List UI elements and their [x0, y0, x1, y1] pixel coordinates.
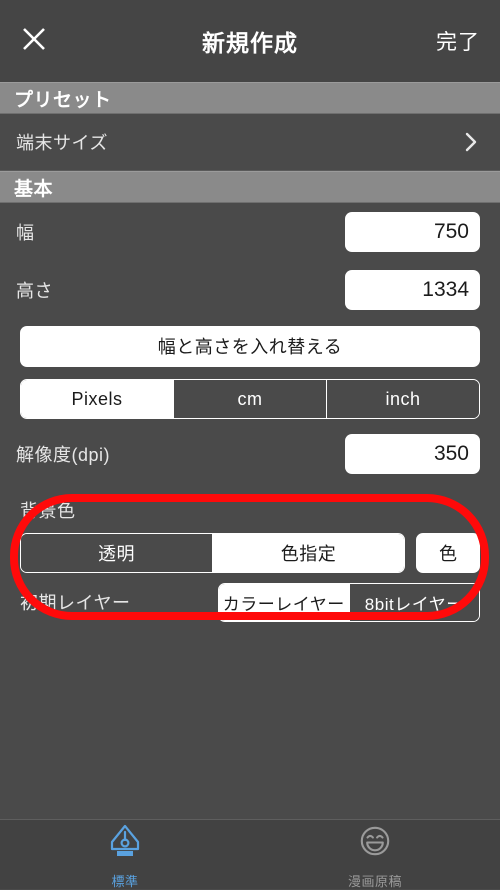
row-initial-layer: 初期レイヤー カラーレイヤー 8bitレイヤー	[0, 573, 500, 631]
bottom-tab-bar: 標準 漫画原稿	[0, 819, 500, 889]
resolution-input[interactable]: 350	[345, 434, 480, 474]
color-picker-button[interactable]: 色	[416, 533, 480, 573]
row-units: Pixels cm inch	[0, 373, 500, 425]
row-initial-layer-label: 初期レイヤー	[20, 593, 131, 613]
row-width: 幅 750	[0, 203, 500, 261]
section-header-preset: プリセット	[0, 82, 500, 114]
tab-standard-label: 標準	[111, 874, 139, 889]
row-device-size[interactable]: 端末サイズ	[0, 114, 500, 171]
pen-nib-icon	[108, 823, 142, 866]
tab-manga-manuscript-label: 漫画原稿	[347, 874, 402, 889]
units-segmented-control[interactable]: Pixels cm inch	[20, 379, 480, 419]
smiley-face-icon	[358, 823, 392, 866]
layer-segment-color[interactable]: カラーレイヤー	[219, 583, 350, 621]
close-button[interactable]	[18, 25, 50, 57]
height-input[interactable]: 1334	[345, 270, 480, 310]
row-resolution: 解像度(dpi) 350	[0, 425, 500, 483]
section-header-preset-label: プリセット	[14, 89, 112, 111]
layer-segment-8bit[interactable]: 8bitレイヤー	[349, 583, 479, 621]
units-segment-pixels[interactable]: Pixels	[21, 380, 174, 418]
tab-manga-manuscript[interactable]: 漫画原稿	[250, 820, 500, 889]
background-segment-specify-color[interactable]: 色指定	[213, 534, 404, 572]
units-segment-inch[interactable]: inch	[327, 380, 479, 418]
row-swap: 幅と高さを入れ替える	[0, 319, 500, 373]
row-device-size-label: 端末サイズ	[16, 133, 108, 153]
section-header-basic: 基本	[0, 171, 500, 203]
background-color-segmented-control[interactable]: 透明 色指定	[20, 533, 405, 573]
group-background-color: 背景色 透明 色指定 色	[0, 483, 500, 573]
navigation-bar: 新規作成 完了	[0, 0, 500, 82]
background-color-controls: 透明 色指定 色	[0, 523, 500, 573]
row-resolution-label: 解像度(dpi)	[16, 445, 111, 465]
chevron-right-icon	[464, 131, 478, 153]
initial-layer-segmented-control[interactable]: カラーレイヤー 8bitレイヤー	[218, 582, 480, 622]
section-header-basic-label: 基本	[14, 178, 54, 200]
done-button[interactable]: 完了	[436, 26, 480, 56]
page-title: 新規作成	[202, 30, 298, 56]
tab-standard[interactable]: 標準	[0, 820, 250, 889]
close-x-icon	[20, 25, 48, 58]
width-input[interactable]: 750	[345, 212, 480, 252]
row-height-label: 高さ	[16, 281, 53, 301]
swap-width-height-button[interactable]: 幅と高さを入れ替える	[20, 325, 480, 367]
units-segment-cm[interactable]: cm	[174, 380, 327, 418]
background-color-label: 背景色	[20, 501, 76, 521]
row-width-label: 幅	[16, 223, 35, 243]
background-segment-transparent[interactable]: 透明	[21, 534, 213, 572]
row-height: 高さ 1334	[0, 261, 500, 319]
